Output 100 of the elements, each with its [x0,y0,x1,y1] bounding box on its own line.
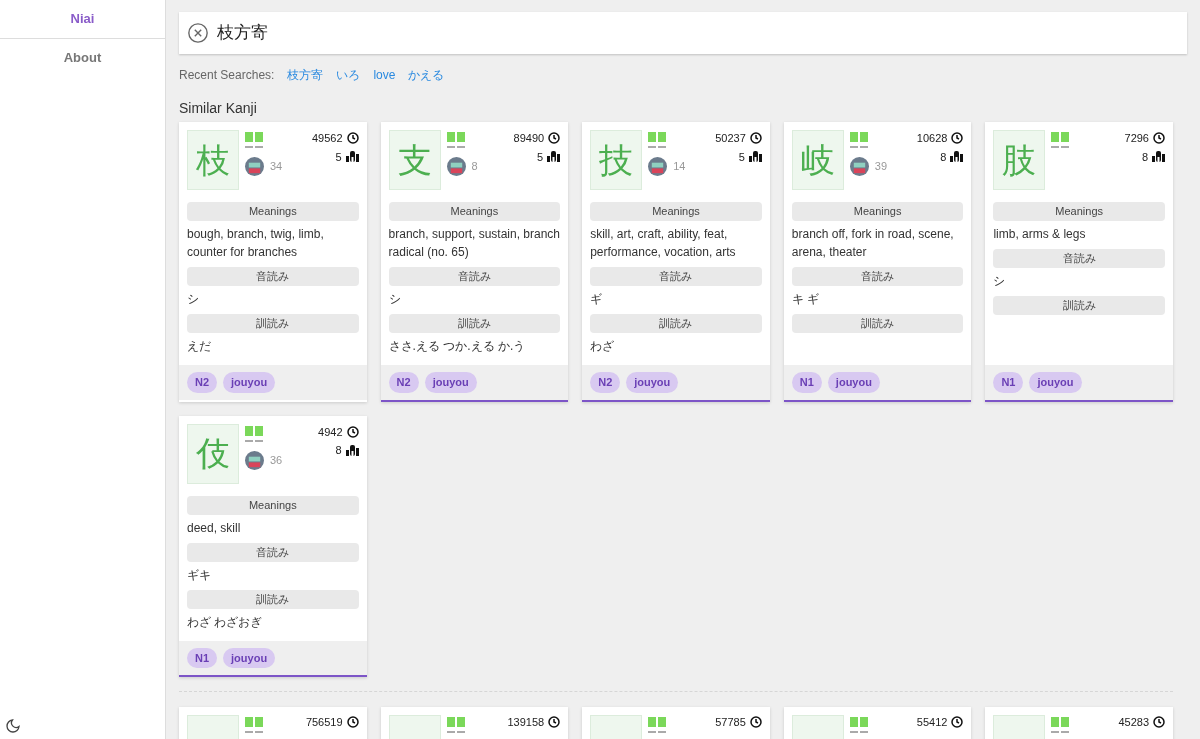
stroke-count: 5 [335,149,342,165]
section-heading: 音読み [187,267,359,286]
section-text: ギキ [187,566,212,584]
book-icon [849,132,868,149]
section-heading: 音読み [590,267,762,286]
search-field[interactable]: 枝方寄 [179,12,1187,54]
section-text: シ [187,291,200,308]
clock-icon [749,716,762,728]
section-text: わざ [590,338,616,355]
bars-icon [1152,151,1165,163]
frequency-rank: 45283 [1118,714,1149,730]
book-icon [1051,132,1070,149]
section-text: えだ [187,338,212,355]
kanji-tile: 技 [590,130,643,190]
section-heading: 訓読み [187,589,359,609]
section-heading: 訓読み [388,314,561,333]
tag: N1 [187,647,218,668]
avatar-count: 34 [270,159,283,175]
tag: jouyou [223,647,276,668]
tag: N2 [388,372,419,393]
section-text: ギ [590,291,604,308]
stroke-count: 5 [738,149,745,165]
section-heading: Meanings [187,495,359,515]
section-heading: 音読み [993,249,1165,268]
book-icon [245,132,263,149]
clock-icon [346,425,359,438]
book-icon [648,717,667,734]
section-heading: Meanings [187,202,359,221]
clock-icon [346,132,359,145]
frequency-rank: 139158 [507,714,545,730]
tag: N1 [791,372,822,393]
section-heading: Meanings [993,202,1165,221]
section-title: Similar Kanji [179,99,258,118]
section-heading: Meanings [590,202,762,221]
stroke-count: 5 [537,149,544,165]
section-text: limb, arms & legs [993,226,1087,243]
frequency-rank: 57785 [715,714,746,730]
avatar-icon [849,157,869,176]
kanji-tile: 肢 [993,130,1046,190]
kanji-card[interactable]: 肢 7296 8 Meanings limb, arms & legs 音読み シ 訓読み N1 jouyou [985,122,1173,402]
section-heading: 訓読み [791,314,964,333]
book-icon [245,425,263,443]
kanji-card[interactable]: 45283 [985,707,1173,739]
recent-searches-label: Recent Searches: [179,67,275,84]
avatar-icon [446,157,466,176]
book-icon [245,717,263,734]
section-text: シ [388,291,402,308]
avatar-count: 8 [471,159,478,175]
clock-icon [548,716,561,728]
tag: jouyou [223,372,276,393]
kanji-card[interactable]: 756519 [179,707,367,739]
kanji-tile: 伎 [187,423,239,484]
kanji-card[interactable]: 支 8 89490 5 Meanings branch, support, sustain, branch radical (no. 65) 音読み シ 訓読み ささ.える つか.える か.う N2 jouyou [380,122,569,402]
kanji-card[interactable]: 55412 [783,707,972,739]
frequency-rank: 49562 [312,131,343,146]
section-text: branch, support, sustain, branch radical (no. 65) [388,226,561,261]
avatar-icon [648,157,668,176]
bars-icon [345,151,359,163]
tag: jouyou [827,372,880,393]
kanji-card[interactable]: 岐 39 10628 8 Meanings branch off, fork in road, scene, arena, theater 音読み キ ギ 訓読み N1 jouyou [783,122,972,402]
kanji-card[interactable]: 伎 36 4942 8 Meanings deed, skill 音読み ギキ 訓読み わざ わざおぎ N1 jouyou [179,415,367,677]
section-heading: 音読み [791,267,964,286]
section-heading: 音読み [187,542,359,562]
kanji-tile: 支 [388,130,441,190]
section-text: わざ わざおぎ [187,613,264,631]
avatar-icon [245,450,264,470]
avatar-count: 36 [270,452,283,468]
kanji-card[interactable]: 技 14 50237 5 Meanings skill, art, craft, ability, feat, performance, vocation, arts 音読み ギ 訓読み わざ N2 jouyou [582,122,770,402]
frequency-rank: 55412 [916,714,948,730]
kanji-tile: 岐 [791,130,844,190]
section-heading: 訓読み [590,314,762,333]
bars-icon [345,444,359,456]
book-icon [446,132,465,149]
section-text: deed, skill [187,519,242,537]
moon-icon[interactable] [5,718,21,734]
bars-icon [748,151,762,163]
bars-icon [950,151,964,163]
nav-link[interactable]: About [0,38,165,76]
stroke-count: 8 [940,149,947,165]
frequency-rank: 89490 [513,131,545,146]
avatar-count: 39 [874,159,888,175]
section-heading: Meanings [388,202,561,221]
book-icon [446,717,465,734]
avatar-count: 14 [673,159,686,175]
clear-icon[interactable] [187,22,209,44]
frequency-rank: 4942 [318,424,343,440]
clock-icon [548,132,561,145]
avatar-icon [245,157,264,176]
tag: jouyou [424,372,477,393]
clock-icon [951,716,964,728]
kanji-card[interactable]: 57785 [582,707,770,739]
nav-link[interactable]: Niai [0,0,165,39]
frequency-rank: 7296 [1124,131,1149,146]
tag: N2 [187,372,218,393]
section-text: ささ.える つか.える か.う [388,338,527,355]
kanji-card[interactable]: 139158 [380,707,569,739]
kanji-card[interactable]: 枝 34 49562 5 Meanings bough, branch, twig, limb, counter for branches 音読み シ 訓読み えだ N2 jouyou [179,122,367,402]
tag: N1 [993,372,1024,393]
bars-icon [547,151,561,163]
section-text: シ [993,273,1007,290]
